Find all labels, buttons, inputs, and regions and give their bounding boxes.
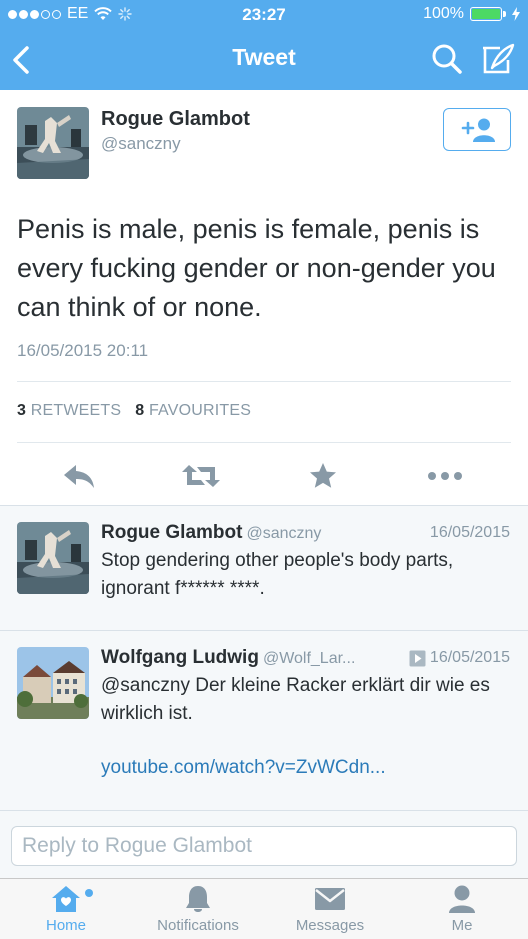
retweets-count: 3 [17,402,27,419]
more-button[interactable] [425,460,465,492]
tab-home-label: Home [45,917,86,934]
favourites-count: 8 [135,402,145,419]
tab-notifications-label: Notifications [157,917,239,934]
reply-date-text: 16/05/2015 [429,524,510,541]
add-user-icon [461,118,495,142]
tweet-actions [0,452,528,498]
reply-text: Stop gendering other people's body parts… [101,550,454,599]
search-icon [432,44,462,74]
reply-input[interactable] [11,826,517,866]
retweet-icon [182,465,220,487]
retweets-label: RETWEETS [30,402,122,419]
list-item[interactable]: Rogue Glambot @sanczny 16/05/2015 Stop ge… [0,505,528,630]
divider [17,381,511,382]
tweet-stats: 3 RETWEETS 8 FAVOURITES [17,402,251,420]
tab-me[interactable]: Me [396,883,528,939]
reply-avatar[interactable] [17,647,89,719]
reply-date: 16/05/2015 [409,649,510,667]
status-bar: EE 23:27 100% [0,0,528,30]
status-right: 100% [423,5,520,23]
favourites-label: FAVOURITES [148,402,252,419]
tab-notifications[interactable]: Notifications [132,883,264,939]
tab-bar: Home Notifications Messages Me [0,878,528,939]
envelope-icon [315,888,345,910]
reply-author: Wolfgang Ludwig @Wolf_Lar... [101,647,355,669]
compose-icon [483,43,515,74]
reply-icon [64,465,94,488]
nav-bar: Tweet [0,30,528,90]
top-bar: EE 23:27 100% Tweet [0,0,528,90]
avatar-image [17,647,89,719]
list-item[interactable]: Wolfgang Ludwig @Wolf_Lar... 16/05/2015 @… [0,631,528,809]
battery-percent: 100% [423,5,464,22]
favourite-button[interactable] [303,460,343,492]
more-dots-icon [428,472,462,480]
reply-date: 16/05/2015 [430,524,510,542]
bell-icon [186,886,210,912]
tweet-detail: Rogue Glambot @sanczny Penis is male, pe… [0,90,528,505]
star-icon [310,463,336,488]
retweets-stat[interactable]: 3 RETWEETS [17,402,121,419]
reply-author-name: Wolfgang Ludwig [101,647,259,668]
favourites-stat[interactable]: 8 FAVOURITES [135,402,251,419]
divider [17,442,511,443]
avatar-image [17,522,89,594]
reply-link[interactable]: youtube.com/watch?v=ZvWCdn... [101,757,386,779]
tab-messages[interactable]: Messages [264,883,396,939]
home-icon [52,886,80,912]
tweet-text: Penis is male, penis is female, penis is… [17,214,496,322]
reply-date-text: 16/05/2015 [429,649,510,666]
reply-avatar[interactable] [17,522,89,594]
retweet-button[interactable] [181,460,221,492]
author-avatar[interactable] [17,107,89,179]
tweet-timestamp: 16/05/2015 20:11 [17,341,149,360]
reply-author: Rogue Glambot @sanczny [101,522,321,544]
reply-text: @sanczny Der kleine Racker erklärt dir w… [101,675,490,724]
reply-author-name: Rogue Glambot [101,522,243,543]
compose-button[interactable] [480,42,516,76]
charging-bolt-icon [512,7,520,21]
reply-button[interactable] [59,460,99,492]
reply-author-handle: @sanczny [246,525,322,542]
new-content-dot [85,889,93,897]
avatar-image [17,107,89,179]
follow-button[interactable] [443,108,511,151]
author-handle[interactable]: @sanczny [101,134,181,154]
tab-home[interactable]: Home [0,883,132,939]
battery-icon [470,7,506,21]
tab-me-label: Me [451,917,473,934]
search-button[interactable] [430,42,464,76]
tab-messages-label: Messages [295,917,365,934]
replies-list: Rogue Glambot @sanczny 16/05/2015 Stop ge… [0,505,528,810]
person-icon [449,885,475,913]
video-play-icon [409,650,426,666]
author-name[interactable]: Rogue Glambot [101,108,250,131]
reply-bar [0,810,528,878]
reply-author-handle: @Wolf_Lar... [262,650,356,667]
